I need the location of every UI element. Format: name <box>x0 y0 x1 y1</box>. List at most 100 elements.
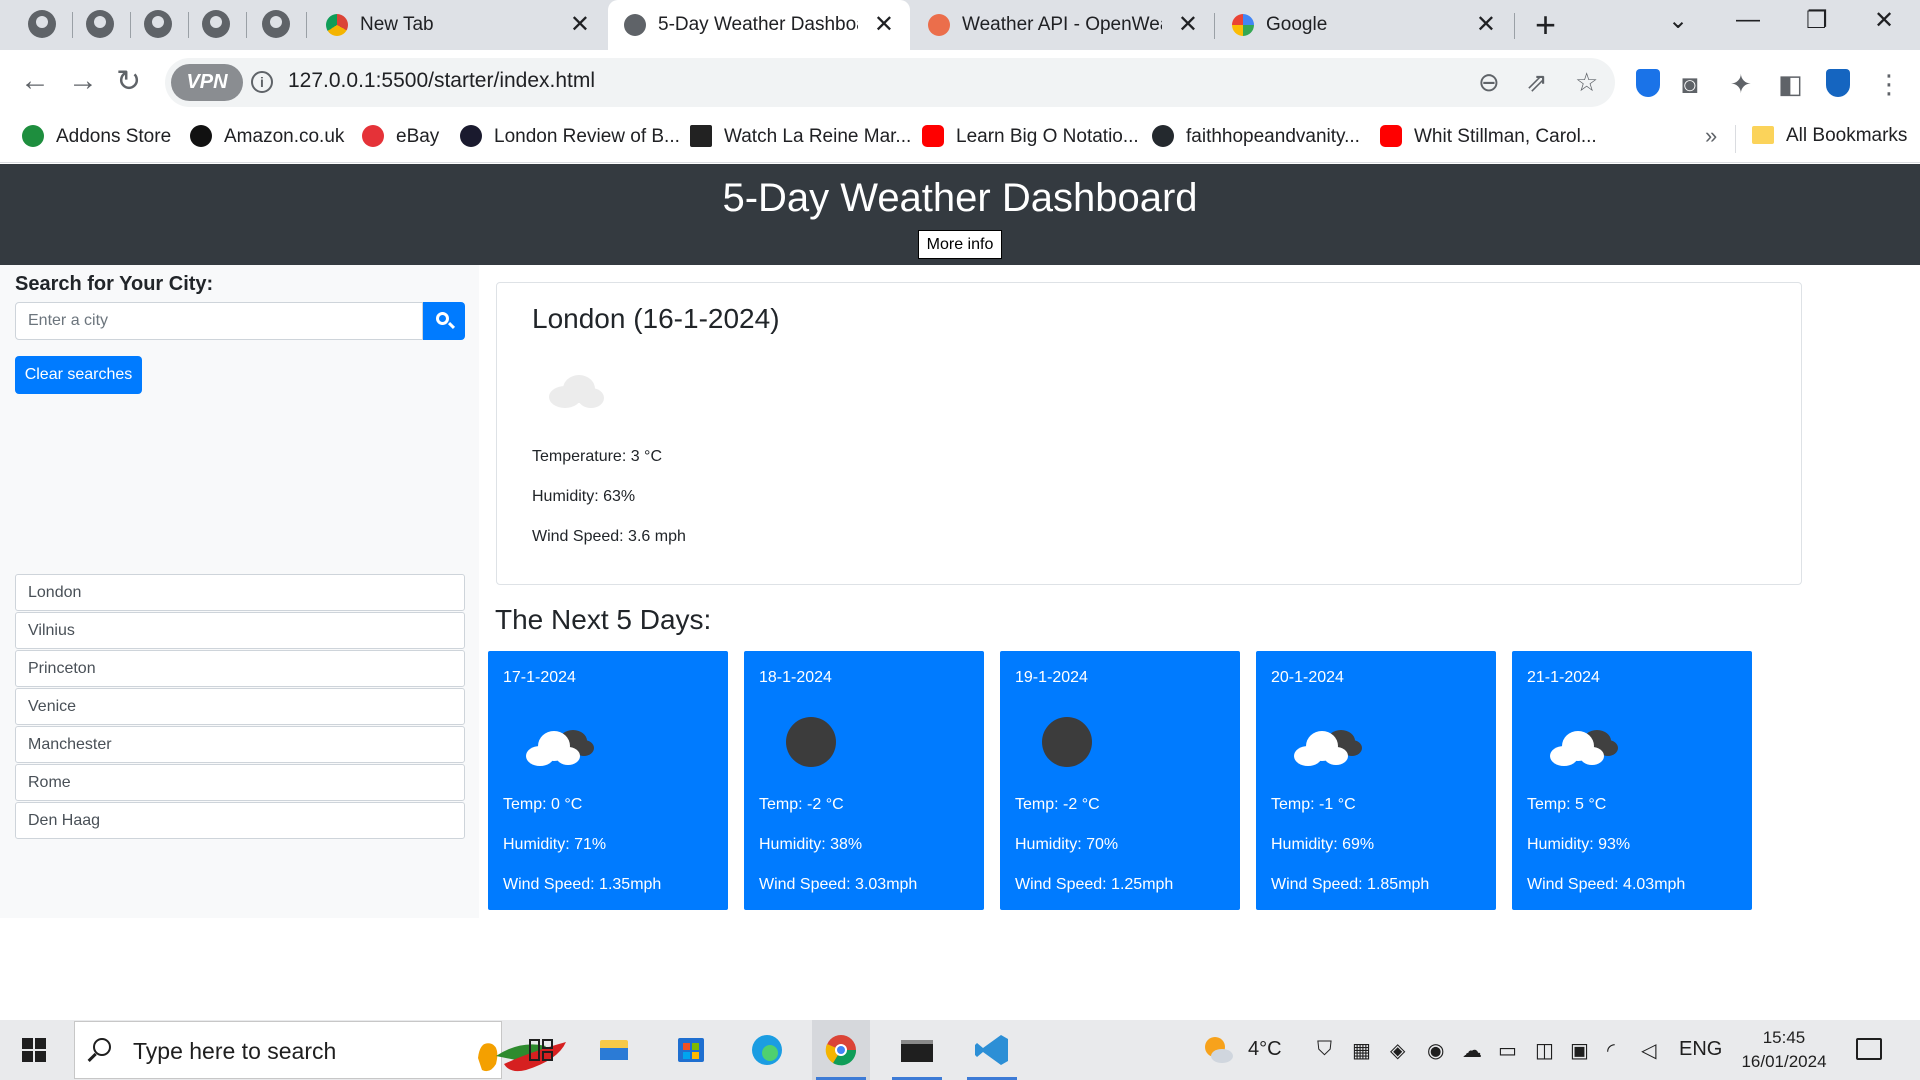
clock-date: 16/01/2024 <box>1741 1052 1827 1071</box>
defender-shield-icon[interactable]: ⛉ <box>1317 1038 1332 1061</box>
forecast-date: 20-1-2024 <box>1271 669 1344 686</box>
reload-icon[interactable]: ↻ <box>116 64 141 99</box>
youtube-icon <box>1380 125 1402 147</box>
side-panel-icon[interactable]: ◧ <box>1778 69 1803 100</box>
bookmark-divider <box>1735 125 1736 153</box>
site-info-icon[interactable]: i <box>251 71 273 93</box>
bookmark-github[interactable]: faithhopeandvanity... <box>1152 125 1360 148</box>
search-button[interactable] <box>423 302 465 340</box>
forward-arrow-icon[interactable]: → <box>68 64 98 98</box>
tab-google[interactable]: Google ✕ <box>1216 0 1512 50</box>
camera-extension-icon[interactable]: ◙ <box>1682 69 1698 100</box>
display-icon[interactable]: ▣ <box>1570 1038 1589 1063</box>
minimize-icon[interactable]: — <box>1736 6 1760 34</box>
pinned-tab-globe-icon[interactable] <box>202 10 230 38</box>
tab-new-tab[interactable]: New Tab ✕ <box>310 0 606 50</box>
volume-icon[interactable]: ◁ <box>1641 1038 1656 1063</box>
microsoft-store-icon[interactable] <box>662 1020 720 1080</box>
tray-app-icon[interactable]: ◉ <box>1427 1038 1444 1063</box>
vpn-badge-icon[interactable]: VPN <box>171 64 243 101</box>
tab-openweather[interactable]: Weather API - OpenWeatherMap ✕ <box>912 0 1214 50</box>
weather-sun-cloud-icon[interactable] <box>1200 1032 1236 1068</box>
tab-weather-dashboard[interactable]: 5-Day Weather Dashboard ✕ <box>608 0 910 50</box>
notifications-icon[interactable] <box>1856 1038 1882 1060</box>
bookmark-label: Watch La Reine Mar... <box>724 126 912 147</box>
tab-close-icon[interactable]: ✕ <box>874 10 894 39</box>
tab-close-icon[interactable]: ✕ <box>570 10 590 39</box>
bookmark-addons-store[interactable]: Addons Store <box>22 125 171 148</box>
task-view-icon[interactable] <box>512 1020 570 1080</box>
broken-clouds-icon <box>1294 730 1362 766</box>
extensions-puzzle-icon[interactable]: ✦ <box>1730 69 1752 100</box>
vscode-icon[interactable] <box>963 1020 1021 1080</box>
edge-icon[interactable] <box>738 1020 796 1080</box>
tab-search-chevron-icon[interactable]: ⌄ <box>1668 6 1688 35</box>
history-item-vilnius[interactable]: Vilnius <box>15 612 465 649</box>
bookmark-label: Amazon.co.uk <box>224 126 345 147</box>
bookmark-whit-stillman[interactable]: Whit Stillman, Carol... <box>1380 125 1597 148</box>
city-search-input[interactable]: Enter a city <box>15 302 423 340</box>
history-item-den-haag[interactable]: Den Haag <box>15 802 465 839</box>
pinned-tab-globe-icon[interactable] <box>262 10 290 38</box>
bookmark-amazon[interactable]: Amazon.co.uk <box>190 125 344 148</box>
bookmark-big-o[interactable]: Learn Big O Notatio... <box>922 125 1139 148</box>
bookmark-ebay[interactable]: eBay <box>362 125 439 148</box>
adblock-shield-icon[interactable] <box>1636 69 1660 97</box>
more-info-button[interactable]: More info <box>918 230 1002 259</box>
broken-clouds-icon <box>1550 730 1618 766</box>
history-item-manchester[interactable]: Manchester <box>15 726 465 763</box>
bookmark-bfi[interactable]: Watch La Reine Mar... <box>690 125 911 148</box>
forecast-date: 21-1-2024 <box>1527 669 1600 686</box>
tray-app-icon[interactable]: ◈ <box>1390 1038 1405 1063</box>
bookmark-lrb[interactable]: London Review of B... <box>460 125 680 148</box>
security-shield-icon[interactable] <box>1826 69 1850 97</box>
zoom-out-icon[interactable]: ⊖ <box>1478 67 1500 98</box>
windows-start-icon[interactable] <box>22 1038 46 1062</box>
bookmark-star-icon[interactable]: ☆ <box>1575 67 1598 98</box>
history-item-venice[interactable]: Venice <box>15 688 465 725</box>
address-bar[interactable]: VPN i 127.0.0.1:5500/starter/index.html … <box>165 58 1615 107</box>
pinned-tab-globe-icon[interactable] <box>28 10 56 38</box>
clear-searches-button[interactable]: Clear searches <box>15 356 142 394</box>
history-item-rome[interactable]: Rome <box>15 764 465 801</box>
bookmark-label: All Bookmarks <box>1786 125 1908 146</box>
onedrive-icon[interactable]: ☁ <box>1462 1038 1482 1063</box>
file-explorer-icon[interactable] <box>585 1020 643 1080</box>
github-icon <box>1152 125 1174 147</box>
tab-label: Weather API - OpenWeatherMap <box>962 14 1162 35</box>
windows-taskbar: Type here to search 4°C ⛉ ▦ ◈ ◉ ☁ ▭ ◫ ▣ … <box>0 1020 1920 1080</box>
pinned-tab-globe-icon[interactable] <box>144 10 172 38</box>
url-text[interactable]: 127.0.0.1:5500/starter/index.html <box>288 69 595 93</box>
new-tab-plus-icon[interactable]: + <box>1535 4 1556 46</box>
meet-icon[interactable]: ◫ <box>1535 1038 1554 1063</box>
share-icon[interactable]: ⇗ <box>1526 67 1548 98</box>
taskbar-search-box[interactable]: Type here to search <box>74 1021 566 1079</box>
tab-close-icon[interactable]: ✕ <box>1178 10 1198 39</box>
more-bookmarks-chevron-icon[interactable]: » <box>1705 123 1717 149</box>
battery-icon[interactable]: ▭ <box>1498 1038 1517 1063</box>
language-indicator[interactable]: ENG <box>1679 1038 1722 1061</box>
restore-icon[interactable]: ❐ <box>1806 6 1828 35</box>
all-bookmarks-folder[interactable]: All Bookmarks <box>1752 125 1907 147</box>
close-window-icon[interactable]: ✕ <box>1874 6 1894 35</box>
terminal-icon[interactable] <box>888 1020 946 1080</box>
back-arrow-icon[interactable]: ← <box>20 64 50 98</box>
forecast-temp: Temp: 5 °C <box>1527 796 1607 813</box>
forecast-wind: Wind Speed: 4.03mph <box>1527 876 1686 893</box>
ebay-icon <box>362 125 384 147</box>
history-item-princeton[interactable]: Princeton <box>15 650 465 687</box>
system-clock[interactable]: 15:45 16/01/2024 <box>1736 1026 1832 1074</box>
browser-menu-icon[interactable]: ⋮ <box>1876 69 1902 100</box>
pinned-tab-globe-icon[interactable] <box>86 10 114 38</box>
tab-label: Google <box>1266 14 1328 35</box>
taskbar-weather-temp[interactable]: 4°C <box>1248 1038 1282 1061</box>
broken-clouds-icon <box>526 730 594 766</box>
tab-label: New Tab <box>360 14 434 35</box>
wifi-icon[interactable]: ◜ <box>1607 1038 1615 1063</box>
chrome-taskbar-icon[interactable] <box>812 1020 870 1080</box>
tray-app-icon[interactable]: ▦ <box>1352 1038 1371 1063</box>
history-item-london[interactable]: London <box>15 574 465 611</box>
forecast-date: 19-1-2024 <box>1015 669 1088 686</box>
forecast-temp: Temp: -2 °C <box>1015 796 1100 813</box>
tab-close-icon[interactable]: ✕ <box>1476 10 1496 39</box>
